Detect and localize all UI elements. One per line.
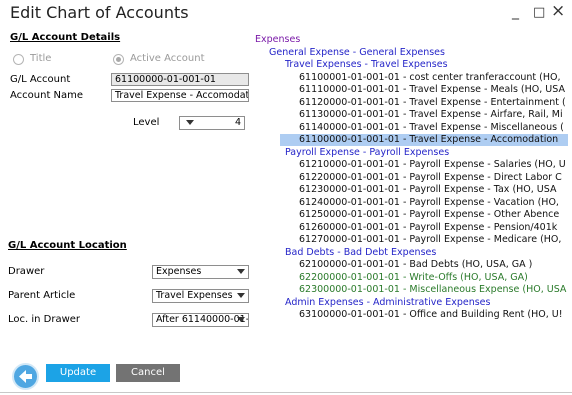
tree-item[interactable]: 62200000-01-001-01 - Write-Offs (HO, USA… [299,272,528,284]
back-arrow-icon [19,370,32,383]
tree-item[interactable]: 61100001-01-001-01 - cost center tranfer… [299,72,561,84]
window-title: Edit Chart of Accounts [10,3,189,22]
drawer-label: Drawer [8,266,45,277]
tree-item[interactable]: 61120000-01-001-01 - Travel Expense - En… [299,97,566,109]
tree-item[interactable]: Admin Expenses - Administrative Expenses [285,297,490,309]
tree-item-selected[interactable]: 61100000-01-001-01 - Travel Expense - Ac… [280,134,568,146]
details-section-header: G/L Account Details [10,32,121,43]
tree-item[interactable]: Payroll Expense - Payroll Expenses [285,147,449,159]
tree-item[interactable]: 61210000-01-001-01 - Payroll Expense - S… [299,159,566,171]
title-radio-label: Title [30,53,52,64]
tree-item[interactable]: 61140000-01-001-01 - Travel Expense - Mi… [299,122,564,134]
location-section-header: G/L Account Location [8,240,127,251]
parent-article-label: Parent Article [8,290,76,301]
tree-item[interactable]: 62300000-01-001-01 - Miscellaneous Expen… [299,284,566,296]
title-radio[interactable] [13,54,24,65]
gl-account-label: G/L Account [10,74,71,85]
tree-item[interactable]: 62100000-01-001-01 - Bad Debts (HO, USA,… [299,259,532,271]
tree-item[interactable]: 61260000-01-001-01 - Payroll Expense - P… [299,222,557,234]
back-button[interactable] [12,363,39,390]
tree-item[interactable]: 61130000-01-001-01 - Travel Expense - Ai… [299,109,563,121]
tree-item[interactable]: Bad Debts - Bad Debt Expenses [285,247,436,259]
tree-item[interactable]: 61240000-01-001-01 - Payroll Expense - V… [299,197,559,209]
parent-article-value: Travel Expenses [156,290,233,301]
tree-item[interactable]: 61250000-01-001-01 - Payroll Expense - O… [299,209,559,221]
tree-item[interactable]: Expenses [255,34,300,46]
chevron-down-icon [237,317,245,322]
level-stepper[interactable]: 4 [179,116,245,130]
drawer-value: Expenses [156,266,202,277]
tree-item[interactable]: Travel Expenses - Travel Expenses [285,59,448,71]
account-name-field[interactable]: Travel Expense - Accomodatic [111,89,249,102]
loc-in-drawer-select[interactable]: After 61140000-01- [152,313,249,327]
chevron-down-icon [237,269,245,274]
loc-in-drawer-label: Loc. in Drawer [8,314,81,325]
tree-item[interactable]: 61270000-01-001-01 - Payroll Expense - M… [299,234,561,246]
maximize-button[interactable]: □ [533,5,545,20]
account-name-label: Account Name [10,90,84,101]
parent-article-select[interactable]: Travel Expenses [152,289,249,303]
tree-item[interactable]: 63100000-01-001-01 - Office and Building… [299,309,563,321]
chevron-down-icon[interactable] [186,120,194,125]
drawer-select[interactable]: Expenses [152,265,249,279]
active-account-radio[interactable] [113,54,124,65]
tree-item[interactable]: General Expense - General Expenses [269,47,445,59]
minimize-button[interactable]: _ [512,4,519,20]
gl-account-field[interactable]: 61100000-01-001-01 [111,73,249,86]
cancel-button[interactable]: Cancel [116,364,180,382]
level-value: 4 [234,117,241,128]
update-button[interactable]: Update [46,364,110,382]
tree-item[interactable]: 61220000-01-001-01 - Payroll Expense - D… [299,172,562,184]
level-label: Level [133,117,160,128]
loc-in-drawer-value: After 61140000-01- [156,314,249,325]
active-account-radio-label: Active Account [130,53,205,64]
account-tree: Expenses General Expense - General Expens… [0,0,572,395]
tree-item[interactable]: 61230000-01-001-01 - Payroll Expense - T… [299,184,556,196]
bottom-divider [0,392,572,393]
tree-item[interactable]: 61110000-01-001-01 - Travel Expense - Me… [299,84,565,96]
chevron-down-icon [237,293,245,298]
close-button[interactable]: × [551,1,565,21]
